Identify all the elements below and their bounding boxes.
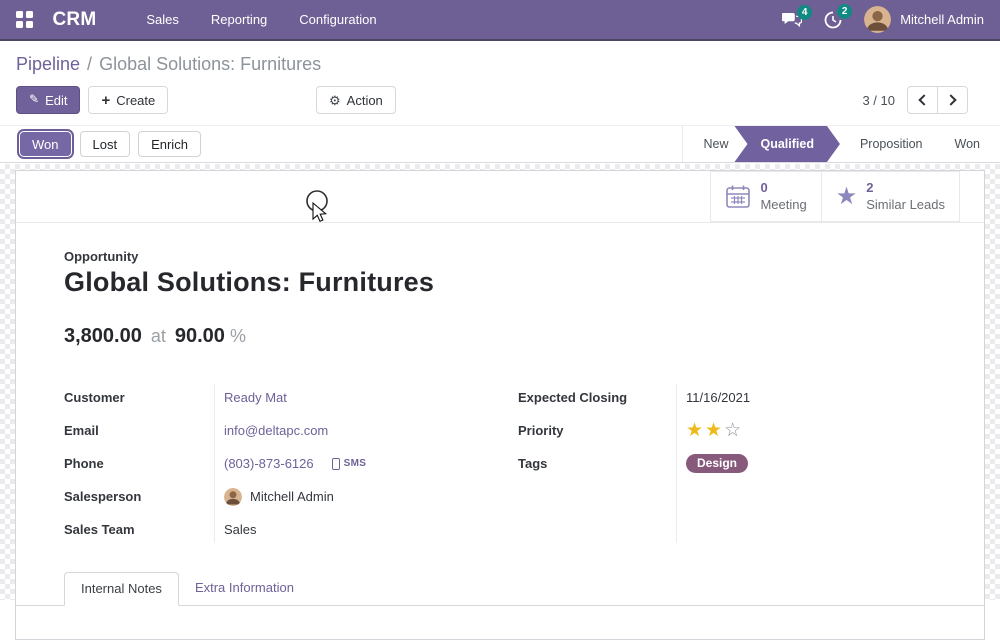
customer-value-link[interactable]: Ready Mat (224, 390, 287, 405)
card-header: 0 Meeting ★ 2 Similar Leads (16, 171, 984, 223)
probability-value: 90.00 (175, 325, 225, 348)
mark-lost-button[interactable]: Lost (80, 131, 131, 157)
meeting-count: 0 (760, 180, 806, 196)
field-row-priority: Priority ★★☆ (518, 414, 936, 447)
revenue-at-label: at (151, 326, 166, 347)
field-row-expected-closing: Expected Closing 11/16/2021 (518, 381, 936, 414)
send-sms-button[interactable]: SMS (332, 458, 367, 470)
menu-configuration[interactable]: Configuration (283, 0, 392, 40)
edit-button[interactable]: ✎ Edit (16, 86, 80, 114)
gear-icon: ⚙ (329, 94, 341, 107)
similar-leads-count: 2 (866, 180, 945, 196)
opportunity-title: Global Solutions: Furnitures (64, 267, 936, 298)
expected-revenue-amount: 3,800.00 (64, 325, 142, 348)
menu-sales[interactable]: Sales (130, 0, 195, 40)
user-menu[interactable]: Mitchell Admin (900, 12, 984, 27)
control-panel: Pipeline / Global Solutions: Furnitures … (0, 41, 1000, 125)
mobile-phone-icon (332, 458, 340, 470)
breadcrumb: Pipeline / Global Solutions: Furnitures (16, 54, 984, 75)
tab-internal-notes[interactable]: Internal Notes (64, 572, 179, 606)
star-empty-icon[interactable]: ☆ (724, 421, 743, 440)
stage-pipeline: New Qualified Proposition Won (682, 126, 1000, 162)
similar-leads-stat-button[interactable]: ★ 2 Similar Leads (821, 171, 960, 222)
chevron-right-icon (945, 94, 956, 105)
create-button[interactable]: + Create (88, 86, 168, 114)
star-filled-icons[interactable]: ★★ (686, 421, 724, 440)
action-button-label: Action (347, 93, 383, 108)
phone-label: Phone (64, 456, 214, 471)
messages-badge: 4 (797, 5, 812, 20)
stage-qualified-active[interactable]: Qualified (734, 126, 839, 162)
expected-closing-label: Expected Closing (518, 390, 676, 405)
tag-design[interactable]: Design (686, 454, 748, 473)
percent-sign: % (230, 326, 246, 347)
email-value-link[interactable]: info@deltapc.com (224, 423, 328, 438)
field-row-phone: Phone (803)-873-6126 SMS (64, 447, 482, 480)
edit-button-label: Edit (45, 93, 67, 108)
field-row-tags: Tags Design (518, 447, 936, 480)
field-row-customer: Customer Ready Mat (64, 381, 482, 414)
calendar-icon (725, 184, 751, 209)
field-group-left: Customer Ready Mat Email info@deltapc.co… (64, 381, 482, 546)
salesperson-avatar (224, 488, 242, 506)
star-icon: ★ (836, 185, 858, 209)
chevron-left-icon (918, 94, 929, 105)
menu-reporting[interactable]: Reporting (195, 0, 283, 40)
breadcrumb-current: Global Solutions: Furnitures (99, 54, 321, 75)
notebook-tabs: Internal Notes Extra Information (16, 572, 984, 606)
field-row-salesperson: Salesperson Mitchell Admin (64, 480, 482, 513)
activities-badge: 2 (837, 4, 852, 19)
action-button[interactable]: ⚙ Action (316, 86, 396, 114)
enrich-button[interactable]: Enrich (138, 131, 201, 157)
breadcrumb-pipeline[interactable]: Pipeline (16, 54, 80, 75)
form-sheet: Opportunity Global Solutions: Furnitures… (16, 223, 984, 546)
pager-value: 3 / 10 (862, 93, 895, 108)
meeting-label: Meeting (760, 197, 806, 213)
opportunity-form-card: 0 Meeting ★ 2 Similar Leads Opportunity … (15, 170, 985, 640)
app-brand[interactable]: CRM (53, 9, 97, 31)
customer-label: Customer (64, 390, 214, 405)
user-avatar[interactable] (864, 6, 891, 33)
sms-label: SMS (344, 458, 367, 469)
sales-team-value[interactable]: Sales (224, 522, 257, 537)
field-group-right: Expected Closing 11/16/2021 Priority ★★☆… (518, 381, 936, 546)
email-label: Email (64, 423, 214, 438)
priority-stars[interactable]: ★★☆ (676, 421, 936, 440)
priority-label: Priority (518, 423, 676, 438)
stage-won[interactable]: Won (935, 126, 1000, 162)
pager-previous-button[interactable] (907, 86, 938, 114)
messages-icon[interactable]: 4 (782, 12, 802, 28)
phone-value-link[interactable]: (803)-873-6126 (224, 456, 314, 471)
tags-label: Tags (518, 456, 676, 471)
salesperson-value[interactable]: Mitchell Admin (250, 489, 334, 504)
plus-icon: + (101, 93, 110, 108)
pencil-icon: ✎ (29, 93, 39, 105)
breadcrumb-separator: / (87, 54, 92, 75)
pager-next-button[interactable] (937, 86, 968, 114)
field-row-sales-team: Sales Team Sales (64, 513, 482, 546)
expected-revenue-row: 3,800.00 at 90.00 % (64, 325, 936, 348)
field-row-email: Email info@deltapc.com (64, 414, 482, 447)
sales-team-label: Sales Team (64, 522, 214, 537)
similar-leads-label: Similar Leads (866, 197, 945, 213)
top-navbar: CRM Sales Reporting Configuration 4 2 (0, 0, 1000, 41)
record-type-label: Opportunity (64, 249, 936, 264)
pager: 3 / 10 (862, 86, 968, 114)
statusbar: Won Lost Enrich New Qualified Propositio… (0, 125, 1000, 163)
expected-closing-value[interactable]: 11/16/2021 (686, 390, 750, 405)
apps-menu-icon[interactable] (16, 11, 33, 28)
activities-icon[interactable]: 2 (824, 11, 842, 29)
field-grid: Customer Ready Mat Email info@deltapc.co… (64, 381, 936, 546)
tab-extra-information[interactable]: Extra Information (179, 572, 310, 605)
salesperson-label: Salesperson (64, 489, 214, 504)
create-button-label: Create (116, 93, 155, 108)
mark-won-button[interactable]: Won (19, 131, 72, 157)
meeting-stat-button[interactable]: 0 Meeting (710, 171, 821, 222)
